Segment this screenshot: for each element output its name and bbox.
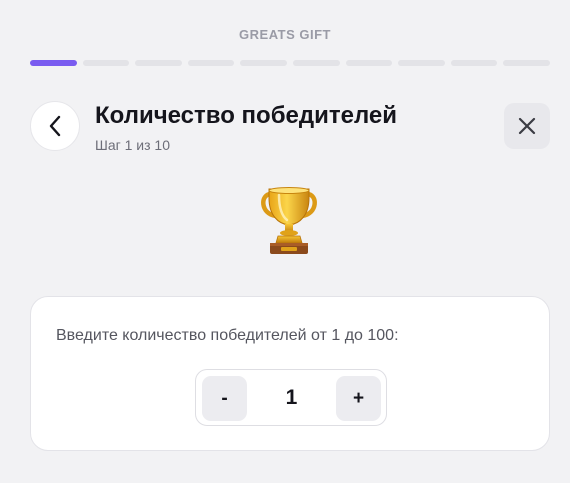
progress-segment (187, 60, 235, 66)
decrement-button[interactable]: - (202, 376, 247, 421)
step-progress-bar (30, 60, 550, 66)
progress-segment (450, 60, 498, 66)
winners-count-value[interactable]: 1 (247, 370, 336, 425)
winners-count-card: Введите количество победителей от 1 до 1… (30, 296, 550, 451)
chevron-left-icon (49, 115, 61, 137)
winners-count-prompt: Введите количество победителей от 1 до 1… (56, 327, 399, 344)
brand-title: GREATS GIFT (239, 27, 331, 42)
winners-count-screen: GREATS GIFT Количество победителей Шаг 1… (0, 0, 570, 483)
trophy-icon (261, 187, 317, 254)
page-title: Количество победителей (95, 102, 397, 129)
close-button[interactable] (504, 103, 550, 149)
progress-segment (503, 60, 550, 66)
back-button[interactable] (30, 101, 80, 151)
progress-segment (30, 60, 77, 66)
step-indicator: Шаг 1 из 10 (95, 137, 170, 153)
progress-segment (292, 60, 340, 66)
progress-segment (82, 60, 130, 66)
progress-segment (240, 60, 287, 66)
close-icon (518, 117, 536, 135)
progress-segment (135, 60, 182, 66)
increment-button[interactable]: + (336, 376, 381, 421)
winners-count-stepper: - 1 + (195, 369, 387, 426)
progress-segment (345, 60, 393, 66)
progress-segment (398, 60, 445, 66)
